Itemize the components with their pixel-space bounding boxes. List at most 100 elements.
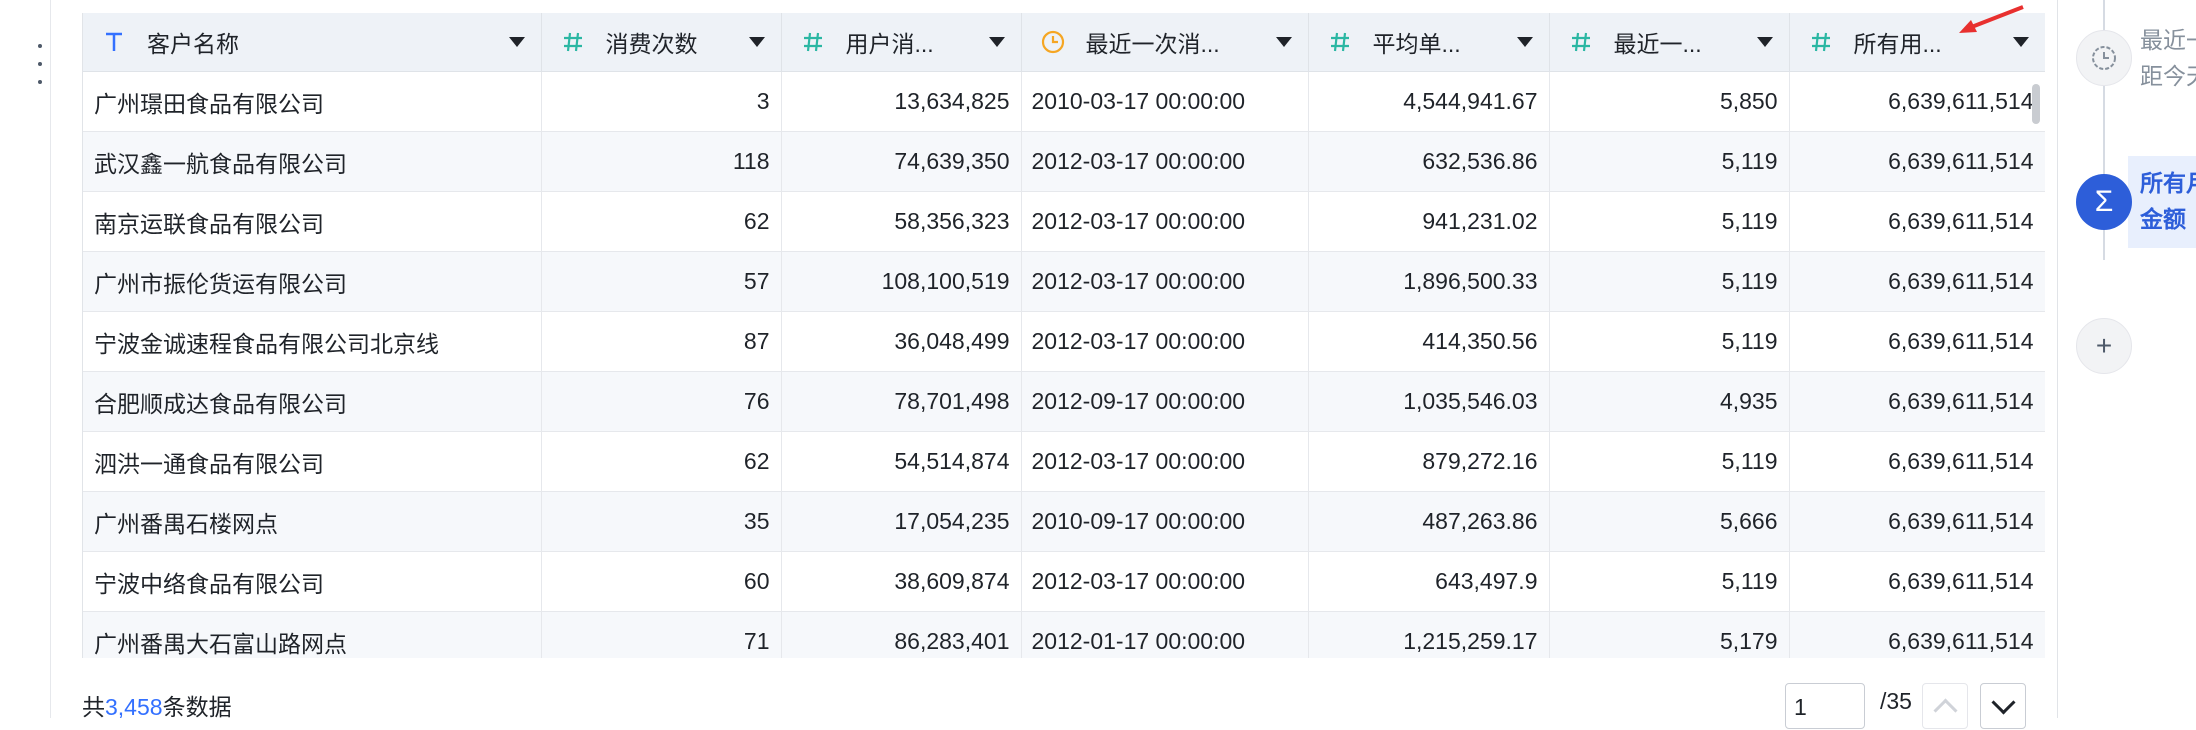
cell-purchase-count: 3	[541, 71, 782, 132]
cell-customer-name: 宁波中络食品有限公司	[83, 551, 542, 612]
cell-average-order: 414,350.56	[1308, 311, 1550, 372]
cell-customer-name: 武汉鑫一航食品有限公司	[83, 131, 542, 192]
cell-days-since: 5,119	[1549, 131, 1790, 192]
step-recent-purchase[interactable]	[2076, 30, 2132, 86]
cell-last-purchase: 2012-03-17 00:00:00	[1021, 311, 1309, 372]
column-header-user-spend[interactable]: 用户消...	[781, 13, 1022, 72]
cell-customer-name: 广州市振伦货运有限公司	[83, 251, 542, 312]
cell-days-since: 5,119	[1549, 251, 1790, 312]
number-type-icon	[558, 27, 588, 57]
data-table: 客户名称 消费次数 用户消... 最近一次消... 平均单... 最近一... …	[82, 13, 2045, 658]
sort-dropdown-icon[interactable]	[1275, 37, 1292, 47]
table-row[interactable]: 广州璟田食品有限公司 3 13,634,825 2010-03-17 00:00…	[83, 71, 2045, 132]
cell-all-users: 6,639,611,514	[1789, 71, 2045, 132]
total-count: 3,458	[105, 694, 163, 720]
cell-user-spend: 36,048,499	[781, 311, 1022, 372]
next-page-button[interactable]	[1980, 683, 2026, 729]
table-row[interactable]: 武汉鑫一航食品有限公司 118 74,639,350 2012-03-17 00…	[83, 131, 2045, 192]
cell-purchase-count: 57	[541, 251, 782, 312]
sort-dropdown-icon[interactable]	[1516, 37, 1533, 47]
cell-last-purchase: 2012-03-17 00:00:00	[1021, 191, 1309, 252]
cell-last-purchase: 2012-03-17 00:00:00	[1021, 431, 1309, 492]
table-row[interactable]: 南京运联食品有限公司 62 58,356,323 2012-03-17 00:0…	[83, 191, 2045, 252]
cell-user-spend: 86,283,401	[781, 611, 1022, 658]
cell-days-since: 5,179	[1549, 611, 1790, 658]
cell-customer-name: 广州璟田食品有限公司	[83, 71, 542, 132]
table-row[interactable]: 合肥顺成达食品有限公司 76 78,701,498 2012-09-17 00:…	[83, 371, 2045, 432]
cell-average-order: 4,544,941.67	[1308, 71, 1550, 132]
cell-user-spend: 108,100,519	[781, 251, 1022, 312]
vertical-scrollbar[interactable]	[2032, 84, 2040, 124]
cell-average-order: 632,536.86	[1308, 131, 1550, 192]
total-suffix: 条数据	[162, 694, 232, 720]
cell-customer-name: 广州番禺石楼网点	[83, 491, 542, 552]
cell-customer-name: 合肥顺成达食品有限公司	[83, 371, 542, 432]
cell-all-users: 6,639,611,514	[1789, 431, 2045, 492]
number-type-icon	[1566, 27, 1596, 57]
step-total-amount-label[interactable]: 所有月 金额	[2140, 165, 2196, 237]
step-label-line: 金额	[2140, 206, 2186, 232]
sort-dropdown-icon[interactable]	[1756, 37, 1773, 47]
cell-all-users: 6,639,611,514	[1789, 371, 2045, 432]
cell-customer-name: 南京运联食品有限公司	[83, 191, 542, 252]
more-options-icon[interactable]	[30, 44, 50, 84]
left-border	[50, 0, 51, 718]
cell-user-spend: 38,609,874	[781, 551, 1022, 612]
cell-purchase-count: 76	[541, 371, 782, 432]
cell-days-since: 5,119	[1549, 311, 1790, 372]
cell-days-since: 5,666	[1549, 491, 1790, 552]
number-type-icon	[1325, 27, 1355, 57]
column-header-last-purchase[interactable]: 最近一次消...	[1021, 13, 1309, 72]
text-type-icon	[99, 27, 129, 57]
table-row[interactable]: 广州市振伦货运有限公司 57 108,100,519 2012-03-17 00…	[83, 251, 2045, 312]
cell-customer-name: 泗洪一通食品有限公司	[83, 431, 542, 492]
sort-dropdown-icon[interactable]	[988, 37, 1005, 47]
table-row[interactable]: 广州番禺大石富山路网点 71 86,283,401 2012-01-17 00:…	[83, 611, 2045, 658]
cell-user-spend: 17,054,235	[781, 491, 1022, 552]
clock-icon	[2092, 46, 2116, 70]
sort-dropdown-icon[interactable]	[748, 37, 765, 47]
column-header-days-since[interactable]: 最近一...	[1549, 13, 1790, 72]
cell-average-order: 487,263.86	[1308, 491, 1550, 552]
table-row[interactable]: 宁波金诚速程食品有限公司北京线 87 36,048,499 2012-03-17…	[83, 311, 2045, 372]
column-header-label: 最近一...	[1613, 31, 1702, 57]
cell-purchase-count: 62	[541, 431, 782, 492]
column-header-customer-name[interactable]: 客户名称	[83, 13, 542, 72]
previous-page-button[interactable]	[1922, 683, 1968, 729]
table-row[interactable]: 广州番禺石楼网点 35 17,054,235 2010-09-17 00:00:…	[83, 491, 2045, 552]
step-recent-purchase-label: 最近一 距今天	[2140, 22, 2196, 94]
cell-last-purchase: 2012-01-17 00:00:00	[1021, 611, 1309, 658]
column-header-purchase-count[interactable]: 消费次数	[541, 13, 782, 72]
add-step-button[interactable]: +	[2076, 318, 2132, 374]
chevron-up-icon	[1932, 697, 1958, 723]
total-prefix: 共	[82, 694, 105, 720]
cell-last-purchase: 2012-03-17 00:00:00	[1021, 131, 1309, 192]
cell-all-users: 6,639,611,514	[1789, 311, 2045, 372]
table-row[interactable]: 宁波中络食品有限公司 60 38,609,874 2012-03-17 00:0…	[83, 551, 2045, 612]
cell-purchase-count: 118	[541, 131, 782, 192]
cell-customer-name: 广州番禺大石富山路网点	[83, 611, 542, 658]
cell-all-users: 6,639,611,514	[1789, 131, 2045, 192]
cell-days-since: 5,119	[1549, 551, 1790, 612]
chevron-down-icon	[1990, 689, 2016, 715]
cell-purchase-count: 62	[541, 191, 782, 252]
table-row[interactable]: 泗洪一通食品有限公司 62 54,514,874 2012-03-17 00:0…	[83, 431, 2045, 492]
sum-icon[interactable]: Σ	[2076, 174, 2132, 230]
column-header-average-order[interactable]: 平均单...	[1308, 13, 1550, 72]
sort-dropdown-icon[interactable]	[508, 37, 525, 47]
cell-all-users: 6,639,611,514	[1789, 491, 2045, 552]
step-label-line: 所有月	[2140, 170, 2196, 196]
cell-days-since: 5,119	[1549, 191, 1790, 252]
sort-dropdown-icon[interactable]	[2012, 37, 2029, 47]
table-header-row: 客户名称 消费次数 用户消... 最近一次消... 平均单... 最近一... …	[83, 13, 2045, 72]
cell-days-since: 4,935	[1549, 371, 1790, 432]
cell-last-purchase: 2012-09-17 00:00:00	[1021, 371, 1309, 432]
cell-purchase-count: 71	[541, 611, 782, 658]
panel-divider	[2057, 0, 2058, 718]
cell-purchase-count: 60	[541, 551, 782, 612]
cell-average-order: 1,215,259.17	[1308, 611, 1550, 658]
column-header-label: 平均单...	[1372, 31, 1461, 57]
cell-purchase-count: 87	[541, 311, 782, 372]
page-number-input[interactable]: 1	[1785, 683, 1865, 729]
number-type-icon	[1806, 27, 1836, 57]
